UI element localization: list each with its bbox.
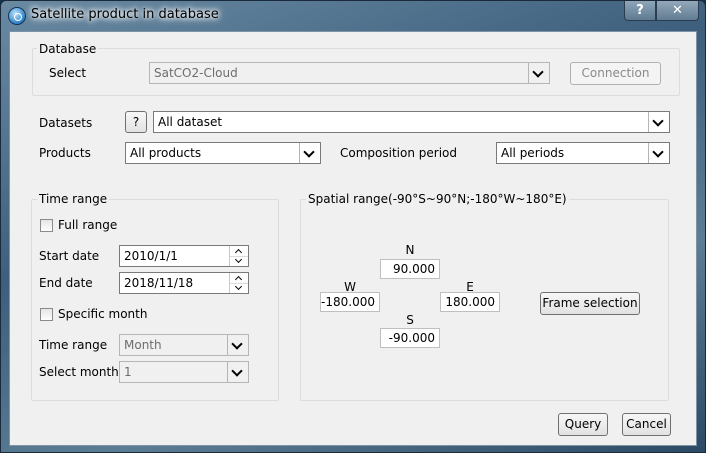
database-select[interactable]: SatCO2-Cloud	[149, 62, 550, 84]
close-icon: ✕	[672, 3, 683, 18]
full-range-label[interactable]: Full range	[58, 218, 117, 232]
start-date-label: Start date	[39, 249, 100, 263]
chevron-down-icon[interactable]	[230, 256, 248, 266]
products-select[interactable]: All products	[125, 142, 321, 164]
datasets-select[interactable]: All dataset	[153, 111, 670, 133]
spatial-range-legend: Spatial range(-90°S~90°N;-180°W~180°E)	[306, 192, 569, 206]
help-caption-button[interactable]: ?	[624, 1, 656, 21]
composition-period-label: Composition period	[340, 146, 457, 160]
products-label: Products	[39, 146, 91, 160]
datasets-help-button[interactable]: ?	[125, 111, 147, 133]
chevron-down-icon	[227, 335, 248, 355]
dialog-client-area: Database Select SatCO2-Cloud Connection …	[9, 31, 697, 446]
app-icon	[9, 8, 25, 24]
products-select-value: All products	[130, 146, 202, 160]
composition-period-value: All periods	[501, 146, 565, 160]
cancel-button[interactable]: Cancel	[622, 413, 671, 436]
close-button[interactable]: ✕	[656, 1, 699, 21]
end-date-spinner	[229, 273, 248, 293]
datasets-select-value: All dataset	[158, 115, 223, 129]
window-title: Satellite product in database	[31, 7, 219, 22]
select-month-label: Select month	[39, 365, 119, 379]
database-select-value: SatCO2-Cloud	[154, 66, 238, 80]
dialog-window: Satellite product in database ? ✕ Databa…	[0, 0, 706, 453]
database-select-label: Select	[49, 66, 87, 80]
chevron-down-icon	[648, 143, 669, 163]
time-range-type-label: Time range	[39, 338, 108, 352]
datasets-label: Datasets	[39, 116, 93, 130]
chevron-down-icon	[299, 143, 320, 163]
specific-month-label[interactable]: Specific month	[58, 307, 147, 321]
chevron-down-icon	[528, 63, 549, 83]
start-date-spinner	[229, 246, 248, 266]
end-date-label: End date	[39, 276, 93, 290]
specific-month-checkbox[interactable]	[40, 308, 53, 321]
north-label: N	[405, 243, 415, 257]
frame-selection-button[interactable]: Frame selection	[540, 292, 640, 315]
database-legend: Database	[37, 42, 99, 56]
east-input[interactable]: 180.000	[440, 292, 500, 312]
composition-period-select[interactable]: All periods	[496, 142, 670, 164]
north-input[interactable]: 90.000	[380, 259, 440, 279]
west-input[interactable]: -180.000	[320, 292, 380, 312]
end-date-input[interactable]: 2018/11/18	[119, 272, 249, 294]
select-month-select[interactable]: 1	[119, 361, 249, 383]
end-date-value: 2018/11/18	[124, 276, 194, 290]
time-range-legend: Time range	[37, 192, 110, 206]
time-range-type-select[interactable]: Month	[119, 334, 249, 356]
chevron-down-icon[interactable]	[230, 283, 248, 293]
full-range-checkbox[interactable]	[40, 219, 53, 232]
start-date-value: 2010/1/1	[124, 249, 178, 263]
time-range-type-value: Month	[124, 338, 162, 352]
select-month-value: 1	[124, 365, 132, 379]
title-bar[interactable]: Satellite product in database ? ✕	[1, 1, 705, 31]
south-input[interactable]: -90.000	[380, 328, 440, 348]
connection-button[interactable]: Connection	[570, 62, 661, 85]
south-label: S	[406, 313, 414, 327]
query-button[interactable]: Query	[558, 413, 608, 436]
chevron-down-icon	[227, 362, 248, 382]
start-date-input[interactable]: 2010/1/1	[119, 245, 249, 267]
chevron-down-icon	[648, 112, 669, 132]
